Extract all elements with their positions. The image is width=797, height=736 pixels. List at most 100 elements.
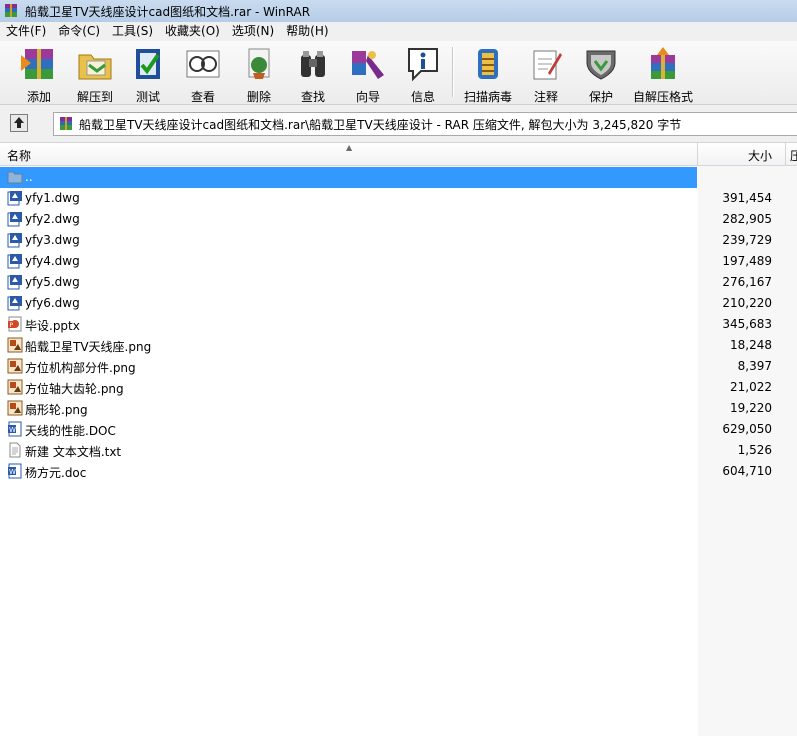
view-icon bbox=[186, 50, 220, 78]
find-button[interactable]: 查找 bbox=[290, 43, 336, 104]
delete-icon bbox=[248, 48, 270, 79]
info-icon bbox=[408, 48, 438, 82]
comment-button[interactable]: 注释 bbox=[523, 43, 569, 104]
file-row[interactable]: yfy1.dwg 391,454 bbox=[0, 188, 797, 209]
file-name-cell[interactable]: 方位机构部分件.png bbox=[0, 356, 697, 377]
file-name-cell[interactable]: W 天线的性能.DOC bbox=[0, 419, 697, 440]
file-name-cell[interactable]: yfy4.dwg bbox=[0, 251, 697, 272]
file-name: yfy6.dwg bbox=[25, 296, 80, 310]
file-size: 345,683 bbox=[722, 317, 772, 331]
menu-favorites[interactable]: 收藏夹(O) bbox=[159, 22, 226, 41]
file-name-cell[interactable]: P 毕设.pptx bbox=[0, 314, 697, 335]
parent-folder-row[interactable]: .. bbox=[0, 167, 797, 188]
file-row[interactable]: 船载卫星TV天线座.png 18,248 bbox=[0, 335, 797, 356]
file-name-cell[interactable]: yfy6.dwg bbox=[0, 293, 697, 314]
file-name: 杨方元.doc bbox=[25, 466, 87, 480]
file-size: 391,454 bbox=[722, 191, 772, 205]
address-field[interactable]: 船载卫星TV天线座设计cad图纸和文档.rar\船载卫星TV天线座设计 - RA… bbox=[53, 112, 797, 136]
menu-help[interactable]: 帮助(H) bbox=[280, 22, 334, 41]
menu-options[interactable]: 选项(N) bbox=[226, 22, 280, 41]
title-bar: 船载卫星TV天线座设计cad图纸和文档.rar - WinRAR bbox=[0, 0, 797, 23]
test-button[interactable]: 测试 bbox=[125, 43, 171, 104]
sfx-button[interactable]: 自解压格式 bbox=[630, 43, 696, 104]
word-document-icon: W bbox=[7, 421, 23, 437]
delete-button[interactable]: 删除 bbox=[236, 43, 282, 104]
file-size: 282,905 bbox=[722, 212, 772, 226]
file-name: yfy4.dwg bbox=[25, 254, 80, 268]
file-row[interactable]: 方位机构部分件.png 8,397 bbox=[0, 356, 797, 377]
file-size: 239,729 bbox=[722, 233, 772, 247]
comment-icon bbox=[533, 50, 562, 80]
parent-folder-icon bbox=[7, 169, 23, 185]
dwg-file-icon bbox=[7, 211, 23, 227]
column-packed[interactable]: 压 bbox=[790, 147, 797, 164]
test-label: 测试 bbox=[135, 90, 160, 104]
file-name: yfy2.dwg bbox=[25, 212, 80, 226]
file-row[interactable]: 扇形轮.png 19,220 bbox=[0, 398, 797, 419]
file-name: 天线的性能.DOC bbox=[25, 424, 116, 438]
file-name-cell[interactable]: 方位轴大齿轮.png bbox=[0, 377, 697, 398]
file-row[interactable]: yfy4.dwg 197,489 bbox=[0, 251, 797, 272]
file-name: 新建 文本文档.txt bbox=[25, 445, 122, 459]
file-size: 18,248 bbox=[730, 338, 772, 352]
file-row[interactable]: yfy6.dwg 210,220 bbox=[0, 293, 797, 314]
file-size: 210,220 bbox=[722, 296, 772, 310]
view-label: 查看 bbox=[190, 90, 215, 104]
window-title: 船载卫星TV天线座设计cad图纸和文档.rar - WinRAR bbox=[25, 4, 311, 19]
file-name-cell[interactable]: yfy3.dwg bbox=[0, 230, 697, 251]
file-size: 604,710 bbox=[722, 464, 772, 478]
file-name-cell[interactable]: W 杨方元.doc bbox=[0, 461, 697, 482]
scan-virus-button[interactable]: 扫描病毒 bbox=[460, 43, 516, 104]
menu-file[interactable]: 文件(F) bbox=[0, 22, 52, 41]
toolbar-separator bbox=[452, 47, 454, 97]
up-folder-button[interactable] bbox=[10, 114, 28, 132]
file-row[interactable]: yfy3.dwg 239,729 bbox=[0, 230, 797, 251]
menu-commands[interactable]: 命令(C) bbox=[52, 22, 106, 41]
file-row[interactable]: W 天线的性能.DOC 629,050 bbox=[0, 419, 797, 440]
scan-virus-icon bbox=[478, 49, 498, 79]
file-name-cell[interactable]: 新建 文本文档.txt bbox=[0, 440, 697, 461]
extract-to-button[interactable]: 解压到 bbox=[70, 43, 120, 104]
file-row[interactable]: W 杨方元.doc 604,710 bbox=[0, 461, 797, 482]
test-icon bbox=[136, 49, 160, 79]
add-archive-icon bbox=[21, 49, 53, 79]
protect-button[interactable]: 保护 bbox=[578, 43, 624, 104]
add-button-label: 添加 bbox=[26, 90, 51, 104]
wizard-label: 向导 bbox=[355, 90, 380, 104]
column-size[interactable]: 大小 bbox=[748, 147, 772, 164]
file-row[interactable]: 新建 文本文档.txt 1,526 bbox=[0, 440, 797, 461]
svg-text:W: W bbox=[9, 426, 16, 434]
view-button[interactable]: 查看 bbox=[180, 43, 226, 104]
powerpoint-file-icon: P bbox=[7, 316, 23, 332]
file-size: 8,397 bbox=[737, 359, 772, 373]
file-row[interactable]: yfy5.dwg 276,167 bbox=[0, 272, 797, 293]
file-name-cell[interactable]: yfy2.dwg bbox=[0, 209, 697, 230]
file-name: yfy5.dwg bbox=[25, 275, 80, 289]
image-file-icon bbox=[7, 337, 23, 353]
up-arrow-icon bbox=[14, 117, 24, 128]
menu-tools[interactable]: 工具(S) bbox=[106, 22, 159, 41]
file-size: 629,050 bbox=[722, 422, 772, 436]
file-name-cell[interactable]: 扇形轮.png bbox=[0, 398, 697, 419]
file-row[interactable]: yfy2.dwg 282,905 bbox=[0, 209, 797, 230]
file-name-cell[interactable]: yfy1.dwg bbox=[0, 188, 697, 209]
info-button[interactable]: 信息 bbox=[400, 43, 446, 104]
dwg-file-icon bbox=[7, 232, 23, 248]
file-name-cell[interactable]: .. bbox=[0, 167, 697, 188]
file-row[interactable]: 方位轴大齿轮.png 21,022 bbox=[0, 377, 797, 398]
file-row[interactable]: P 毕设.pptx 345,683 bbox=[0, 314, 797, 335]
wizard-button[interactable]: 向导 bbox=[345, 43, 391, 104]
column-name[interactable]: 名称 bbox=[7, 147, 31, 164]
file-name-cell[interactable]: 船载卫星TV天线座.png bbox=[0, 335, 697, 356]
file-name: yfy1.dwg bbox=[25, 191, 80, 205]
file-name: 扇形轮.png bbox=[25, 403, 88, 417]
column-divider[interactable] bbox=[697, 143, 698, 165]
add-button[interactable]: 添加 bbox=[14, 43, 64, 104]
column-divider[interactable] bbox=[785, 143, 786, 165]
svg-text:P: P bbox=[10, 322, 14, 329]
sfx-icon bbox=[651, 47, 675, 79]
file-name-cell[interactable]: yfy5.dwg bbox=[0, 272, 697, 293]
file-size: 276,167 bbox=[722, 275, 772, 289]
menu-bar: 文件(F) 命令(C) 工具(S) 收藏夹(O) 选项(N) 帮助(H) bbox=[0, 22, 797, 41]
column-header: 名称 ▲ 大小 压 bbox=[0, 143, 797, 166]
